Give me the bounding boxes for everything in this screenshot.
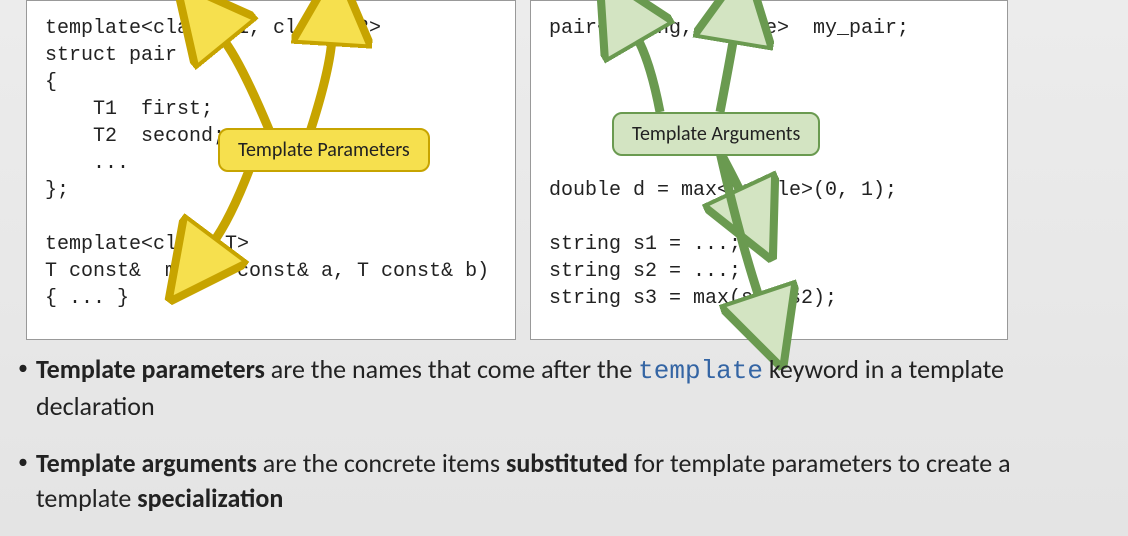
code-right: pair<string, double> my_pair; double d =… bbox=[530, 0, 1008, 340]
template-keyword: template bbox=[638, 356, 763, 386]
slide: template<class T1, class T2> struct pair… bbox=[0, 0, 1128, 536]
bullet-2-text: Template arguments are the concrete item… bbox=[36, 446, 1110, 516]
bullet-2: • Template arguments are the concrete it… bbox=[10, 446, 1110, 516]
bullet-dot-icon: • bbox=[10, 446, 36, 478]
bullet-1-term: Template parameters bbox=[36, 353, 265, 385]
bullet-2-substituted: substituted bbox=[506, 447, 628, 479]
bullet-2-term: Template arguments bbox=[36, 447, 257, 479]
bullet-1-text: Template parameters are the names that c… bbox=[36, 352, 1110, 424]
bullet-dot-icon: • bbox=[10, 352, 36, 384]
callout-template-parameters: Template Parameters bbox=[218, 128, 430, 172]
bullet-2-specialization: specialization bbox=[137, 482, 283, 514]
bullet-2-mid: are the concrete items bbox=[257, 447, 506, 479]
bullet-1: • Template parameters are the names that… bbox=[10, 352, 1110, 424]
callout-template-arguments: Template Arguments bbox=[612, 112, 820, 156]
bullet-list: • Template parameters are the names that… bbox=[10, 352, 1110, 536]
bullet-1-mid: are the names that come after the bbox=[265, 353, 638, 385]
